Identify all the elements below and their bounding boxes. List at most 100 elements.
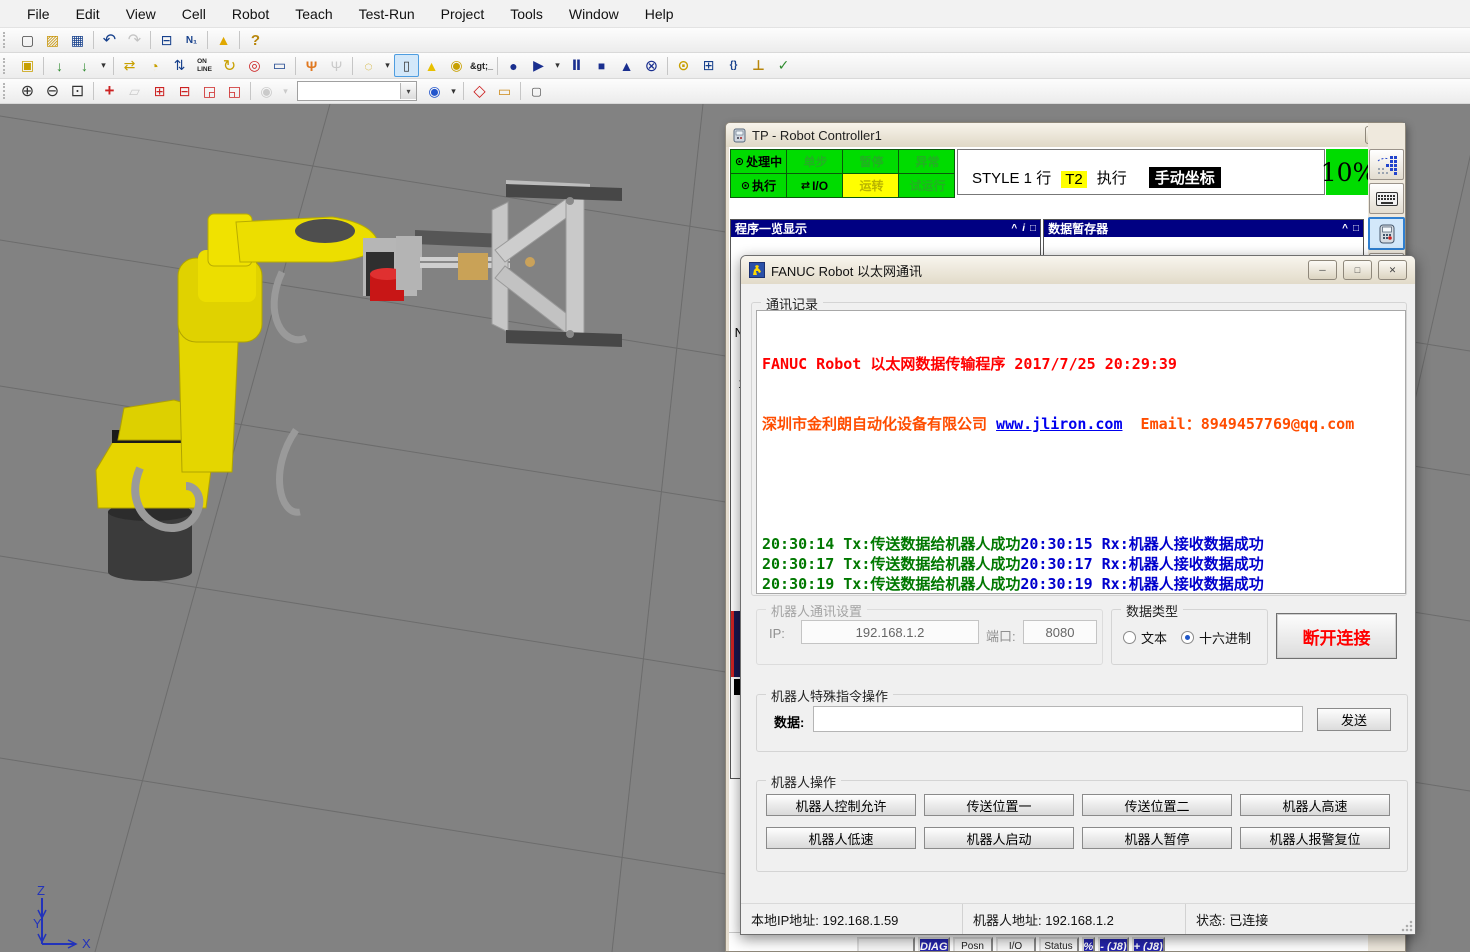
robot-op-button[interactable]: 传送位置一 bbox=[924, 794, 1074, 816]
menu-item[interactable]: Tools bbox=[497, 0, 556, 28]
binoculars-icon[interactable]: ⊙ bbox=[671, 54, 696, 77]
eject-icon[interactable]: ▲ bbox=[614, 54, 639, 77]
robot-op-button[interactable]: 传送位置二 bbox=[1082, 794, 1232, 816]
tp-plus-j8-button[interactable]: + (J8) bbox=[1132, 937, 1165, 951]
menu-item[interactable]: Robot bbox=[219, 0, 282, 28]
zoom-in-icon[interactable]: ⊕ bbox=[15, 80, 40, 103]
view-preset-combobox[interactable]: ▾ bbox=[297, 81, 417, 101]
alarm-icon[interactable]: ▲ bbox=[419, 54, 444, 77]
tp-bottom-blank-button[interactable] bbox=[857, 937, 915, 951]
redo-icon[interactable]: ↷ bbox=[122, 29, 147, 52]
menu-item[interactable]: File bbox=[14, 0, 63, 28]
record-target-icon[interactable]: ◎ bbox=[242, 54, 267, 77]
tp-diag-button[interactable]: DIAG bbox=[918, 937, 950, 951]
robot-op-button[interactable]: 机器人暂停 bbox=[1082, 827, 1232, 849]
teach-pendant-toggle-button[interactable] bbox=[1368, 217, 1405, 250]
close-button[interactable]: ✕ bbox=[1378, 260, 1407, 280]
hand-tool-icon[interactable]: Ψ bbox=[324, 54, 349, 77]
dropdown-arrow-icon[interactable]: ▾ bbox=[381, 54, 394, 77]
maximize-icon[interactable]: □ bbox=[1030, 223, 1036, 234]
run-icon[interactable]: ▶ bbox=[526, 54, 551, 77]
dropdown-arrow-icon[interactable]: ▾ bbox=[447, 80, 460, 103]
turn-robot-icon[interactable]: ↻ bbox=[217, 54, 242, 77]
undo-icon[interactable]: ↶ bbox=[97, 29, 122, 52]
dialog-titlebar[interactable]: FANUC Robot 以太网通讯 ─ □ ✕ bbox=[741, 256, 1415, 284]
zoom-out-icon[interactable]: ⊖ bbox=[40, 80, 65, 103]
toolbar-grip[interactable] bbox=[3, 83, 11, 99]
cube-side-view-icon[interactable]: ⊟ bbox=[172, 80, 197, 103]
restore-button[interactable]: □ bbox=[1343, 260, 1372, 280]
robot-jog-menu-icon[interactable]: ◌ bbox=[356, 54, 381, 77]
cube-zoom-out-icon[interactable]: ◱ bbox=[222, 80, 247, 103]
menu-item[interactable]: Window bbox=[556, 0, 632, 28]
toolbar-grip[interactable] bbox=[3, 58, 11, 74]
floor-plane-icon[interactable]: ▱ bbox=[122, 80, 147, 103]
cell-browser-tree-icon[interactable]: ⊟ bbox=[154, 29, 179, 52]
program-adjust-icon[interactable]: {} bbox=[721, 54, 746, 77]
robot-op-button[interactable]: 机器人报警复位 bbox=[1240, 827, 1390, 849]
comm-log-textarea[interactable]: FANUC Robot 以太网数据传输程序 2017/7/25 20:29:39… bbox=[756, 310, 1406, 594]
console-window-icon[interactable]: &gt;_ bbox=[469, 54, 494, 77]
help-icon[interactable]: ? bbox=[243, 29, 268, 52]
find-robot-icon[interactable]: ◉ bbox=[444, 54, 469, 77]
data-input[interactable] bbox=[813, 706, 1303, 732]
log-website-link[interactable]: www.jliron.com bbox=[996, 415, 1122, 433]
port-field[interactable]: 8080 bbox=[1023, 620, 1097, 644]
profiler-panel-icon[interactable]: ⊞ bbox=[696, 54, 721, 77]
tp-io-button[interactable]: I/O bbox=[996, 937, 1036, 951]
virtual-keyboard-button[interactable] bbox=[1369, 183, 1404, 214]
send-button[interactable]: 发送 bbox=[1317, 708, 1391, 731]
import-lock-icon[interactable]: ↓ bbox=[47, 54, 72, 77]
robot-op-button[interactable]: 机器人启动 bbox=[924, 827, 1074, 849]
radio-hex-mode[interactable]: 十六进制 bbox=[1181, 628, 1251, 647]
pendant-setup-icon[interactable]: ⊥ bbox=[746, 54, 771, 77]
robot-op-button[interactable]: 机器人低速 bbox=[766, 827, 916, 849]
tp-override-button[interactable]: % bbox=[1082, 937, 1096, 951]
radio-text-mode[interactable]: 文本 bbox=[1123, 628, 1167, 647]
tp-posn-button[interactable]: Posn bbox=[953, 937, 993, 951]
teach-pendant-icon[interactable]: ▯ bbox=[394, 54, 419, 77]
resize-grip[interactable] bbox=[1401, 920, 1413, 932]
camera-view-icon[interactable]: ◉ bbox=[422, 80, 447, 103]
dither-pattern-button[interactable] bbox=[1369, 149, 1404, 180]
robot-op-button[interactable]: 机器人控制允许 bbox=[766, 794, 916, 816]
task-profiler-icon[interactable]: ✓ bbox=[771, 54, 796, 77]
dropdown-arrow-icon[interactable]: ▾ bbox=[551, 54, 564, 77]
menu-item[interactable]: Help bbox=[632, 0, 687, 28]
gripper-tool-icon[interactable]: Ψ bbox=[299, 54, 324, 77]
new-cell-icon[interactable]: ▢ bbox=[15, 29, 40, 52]
menu-item[interactable]: Edit bbox=[63, 0, 113, 28]
tp-status-button[interactable]: Status bbox=[1039, 937, 1079, 951]
cube-zoom-in-icon[interactable]: ◲ bbox=[197, 80, 222, 103]
cell-browser-icon[interactable]: ▣ bbox=[15, 54, 40, 77]
cube-top-view-icon[interactable]: ⊞ bbox=[147, 80, 172, 103]
dropdown-arrow-icon[interactable]: ▾ bbox=[279, 80, 292, 103]
record-icon[interactable]: ● bbox=[501, 54, 526, 77]
menu-item[interactable]: Project bbox=[428, 0, 498, 28]
menu-item[interactable]: View bbox=[113, 0, 169, 28]
pause-icon[interactable]: Ⅱ bbox=[564, 54, 589, 77]
maximize-icon[interactable]: □ bbox=[1353, 223, 1359, 234]
tp-minus-j8-button[interactable]: - (J8) bbox=[1098, 937, 1128, 951]
menu-item[interactable]: Cell bbox=[169, 0, 219, 28]
zoom-window-icon[interactable]: ⊡ bbox=[65, 80, 90, 103]
save-cell-icon[interactable]: ▦ bbox=[65, 29, 90, 52]
open-cell-icon[interactable]: ▨ bbox=[40, 29, 65, 52]
center-view-icon[interactable]: + bbox=[97, 80, 122, 103]
signboard-icon[interactable]: ▭ bbox=[267, 54, 292, 77]
online-mode-icon[interactable]: ON LINE bbox=[192, 54, 217, 77]
mouse-settings-icon[interactable]: ▢ bbox=[524, 80, 549, 103]
chevron-down-icon[interactable]: ▾ bbox=[400, 83, 416, 99]
wireframe-cube-icon[interactable]: ◇ bbox=[467, 80, 492, 103]
gauge-panel-icon[interactable]: ◔ bbox=[142, 54, 167, 77]
measure-ruler-icon[interactable]: ▭ bbox=[492, 80, 517, 103]
disconnect-button[interactable]: 断开连接 bbox=[1276, 613, 1397, 659]
tp-titlebar[interactable]: TP - Robot Controller1 ✕ bbox=[726, 123, 1405, 147]
backup-warning-icon[interactable]: ▲ bbox=[211, 29, 236, 52]
menu-item[interactable]: Teach bbox=[282, 0, 345, 28]
camera-prev-icon[interactable]: ◉ bbox=[254, 80, 279, 103]
dropdown-arrow-icon[interactable]: ▾ bbox=[97, 54, 110, 77]
minimize-button[interactable]: ─ bbox=[1308, 260, 1337, 280]
sort-numeric-icon[interactable]: N₁ bbox=[179, 29, 204, 52]
robot-op-button[interactable]: 机器人高速 bbox=[1240, 794, 1390, 816]
